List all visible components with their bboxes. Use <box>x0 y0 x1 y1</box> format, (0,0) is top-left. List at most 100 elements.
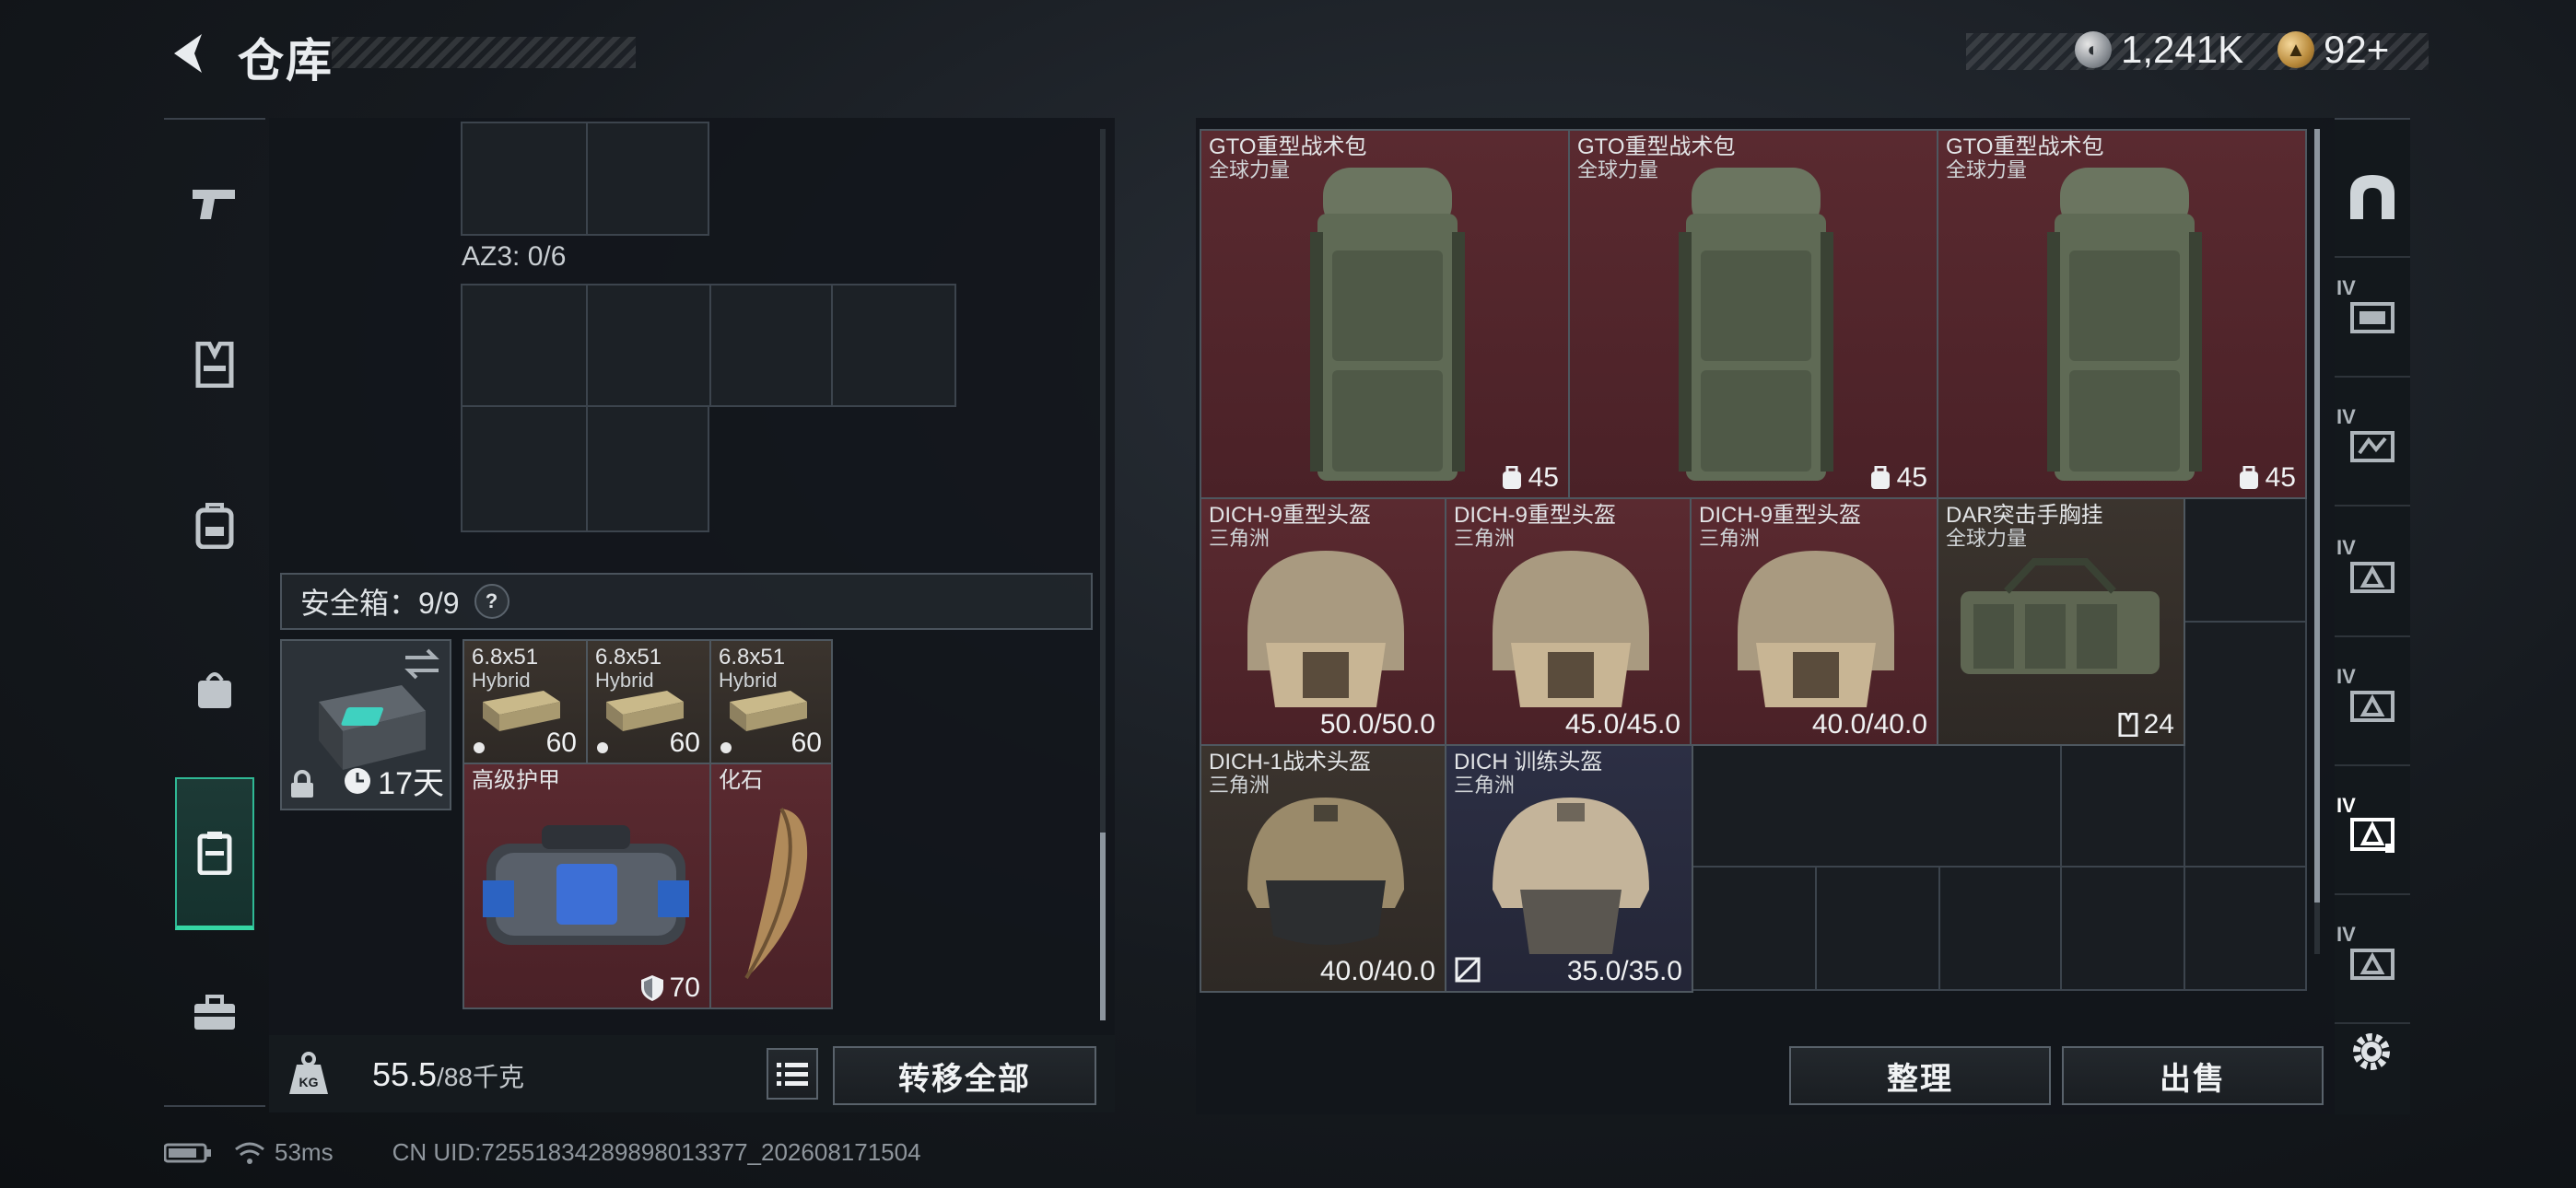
help-icon[interactable]: ? <box>474 584 509 619</box>
helmet-item[interactable]: DICH 训练头盔 三角洲 35.0/35.0 <box>1445 744 1693 993</box>
fossil-item[interactable]: 化石 <box>709 763 833 1009</box>
backpack-item[interactable]: GTO重型战术包 全球力量 45 <box>1200 129 1570 499</box>
safe-box-label: 安全箱：9/9 <box>300 587 460 620</box>
grid-divider <box>709 285 711 405</box>
list-view-button[interactable] <box>767 1048 818 1100</box>
grid-divider <box>1692 866 2307 868</box>
safe-box-header: 安全箱：9/9 ? <box>280 573 1093 630</box>
grid-divider <box>1938 866 1940 989</box>
item-count: 60 <box>669 728 700 758</box>
training-helmet-image <box>1493 798 1649 954</box>
nav-pouch[interactable] <box>164 624 265 753</box>
heavy-helmet-image <box>1738 551 1894 707</box>
nav-vest[interactable] <box>164 300 265 429</box>
settings-button[interactable] <box>2344 1024 2399 1079</box>
chest-rig-item[interactable]: DAR突击手胸挂 全球力量 24 <box>1937 497 2185 746</box>
nav-backpack[interactable] <box>164 460 265 589</box>
weight-display: 55.5/88千克 <box>372 1055 524 1094</box>
item-name: DICH-1战术头盔 <box>1209 750 1372 775</box>
stash-tab[interactable]: IV <box>2335 646 2410 766</box>
chest-rig-image <box>1961 558 2160 674</box>
stash-tab-icon <box>2350 302 2395 333</box>
stash-tab[interactable]: IV <box>2335 904 2410 1024</box>
page-title: 仓库 <box>238 35 334 87</box>
ammo-box-image <box>483 691 560 731</box>
clock-icon <box>345 767 371 794</box>
ammo-dot-icon <box>597 742 608 753</box>
stash-tab-icon <box>2350 818 2395 853</box>
battery-icon <box>164 1143 211 1162</box>
item-durability: 40.0/40.0 <box>1811 709 1927 740</box>
scroll-thumb[interactable] <box>2314 129 2320 903</box>
backpack-item[interactable]: GTO重型战术包 全球力量 45 <box>1937 129 2307 499</box>
pistol-icon <box>193 190 235 219</box>
sort-button[interactable]: 整理 <box>1789 1046 2051 1105</box>
backpack-small-icon <box>1502 466 1521 489</box>
list-icon <box>777 1063 808 1086</box>
transfer-all-button[interactable]: 转移全部 <box>833 1046 1096 1105</box>
item-count: 60 <box>545 728 577 758</box>
backpack-item[interactable]: GTO重型战术包 全球力量 45 <box>1568 129 1938 499</box>
right-scrollbar[interactable] <box>2314 129 2320 954</box>
vest-icon <box>195 342 234 388</box>
stash-tab-active[interactable]: IV <box>2335 775 2410 895</box>
secure-case-slot[interactable]: 17天 <box>280 639 451 810</box>
nav-toolbox[interactable] <box>164 949 265 1077</box>
weight-icon: KG <box>287 1052 330 1096</box>
item-name: DICH-9重型头盔 <box>1699 503 1862 528</box>
weight-max: /88千克 <box>437 1063 525 1091</box>
back-arrow-icon <box>174 34 202 73</box>
stash-tab[interactable]: IV <box>2335 387 2410 507</box>
nav-safe-container[interactable] <box>175 777 254 930</box>
toolbox-icon <box>194 995 235 1030</box>
helmet-item[interactable]: DICH-1战术头盔 三角洲 40.0/40.0 <box>1200 744 1446 993</box>
item-durability: 40.0/40.0 <box>1319 956 1435 986</box>
heavy-helmet-image <box>1247 551 1404 707</box>
shield-icon <box>640 975 663 1001</box>
stash-tab-all[interactable] <box>2335 138 2410 258</box>
armor-image <box>483 825 689 945</box>
gear-icon <box>2353 1033 2390 1070</box>
title-decoration <box>332 37 636 68</box>
sell-button[interactable]: 出售 <box>2062 1046 2324 1105</box>
nav-weapon[interactable] <box>164 138 265 267</box>
stash-tab-icon <box>2350 562 2395 593</box>
scroll-thumb[interactable] <box>1100 833 1106 1020</box>
stash-tab[interactable]: IV <box>2335 518 2410 637</box>
item-name: DICH-9重型头盔 <box>1209 503 1372 528</box>
ammo-box-image <box>606 691 684 731</box>
ammo-box-image <box>730 691 807 731</box>
status-bar: 53ms CN UID:72551834289898013377_2026081… <box>164 1138 921 1167</box>
stash-tab-icon <box>2350 431 2395 462</box>
stash-tab-icon <box>2350 691 2395 722</box>
item-sub: 全球力量 <box>1946 527 2028 550</box>
gold-currency[interactable]: ▲ 92+ <box>2277 28 2389 72</box>
armor-item[interactable]: 高级护甲 70 <box>463 763 711 1009</box>
grid-divider <box>586 123 588 234</box>
stash-tab-icon <box>2350 949 2395 980</box>
item-sub: 全球力量 <box>1209 158 1291 181</box>
silver-currency[interactable]: ◐ 1,241K <box>2075 28 2243 72</box>
item-capacity: 45 <box>1869 462 1927 494</box>
back-button[interactable] <box>162 26 217 81</box>
stash-tab[interactable]: IV <box>2335 258 2410 378</box>
item-durability: 70 <box>640 973 700 1004</box>
helmet-item[interactable]: DICH-9重型头盔 三角洲 45.0/45.0 <box>1445 497 1692 746</box>
item-name: 高级护甲 <box>472 768 560 793</box>
weight-current: 55.5 <box>372 1055 438 1093</box>
backpack-small-icon <box>1870 466 1890 489</box>
az3-grid-row2[interactable] <box>461 405 709 532</box>
ping-value: 53ms <box>275 1138 334 1166</box>
az3-grid-row1[interactable] <box>461 284 956 407</box>
ammo-item[interactable]: 6.8x51 Hybrid 60 <box>709 639 833 764</box>
ammo-item[interactable]: 6.8x51 Hybrid 60 <box>463 639 588 764</box>
helmet-item[interactable]: DICH-9重型头盔 三角洲 50.0/50.0 <box>1200 497 1446 746</box>
ammo-item[interactable]: 6.8x51 Hybrid 60 <box>586 639 711 764</box>
left-scrollbar[interactable] <box>1100 129 1106 1020</box>
pocket-slots-top[interactable] <box>461 122 709 236</box>
stash-tab-nav: IV IV IV IV IV IV <box>2335 118 2410 1114</box>
helmet-item[interactable]: DICH-9重型头盔 三角洲 40.0/40.0 <box>1690 497 1938 746</box>
item-capacity: 24 <box>2118 709 2174 740</box>
item-count: 60 <box>790 728 822 758</box>
left-category-nav <box>164 118 265 1107</box>
